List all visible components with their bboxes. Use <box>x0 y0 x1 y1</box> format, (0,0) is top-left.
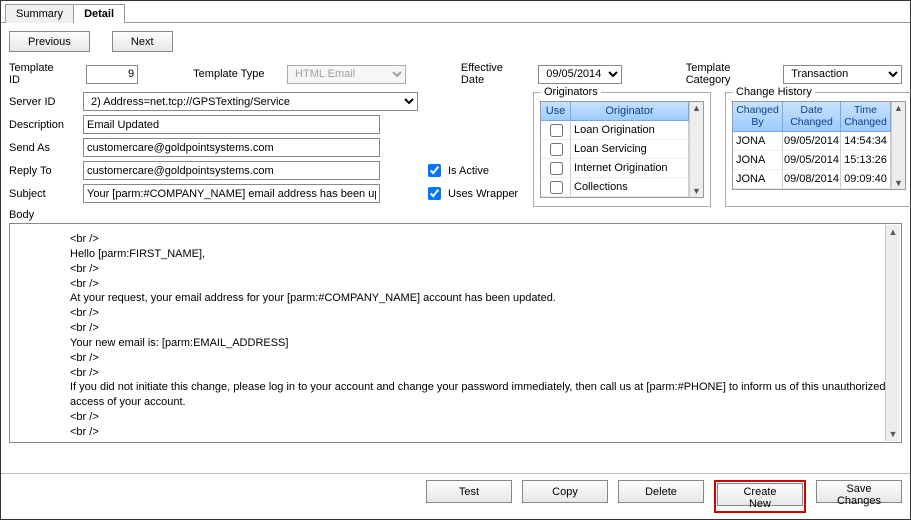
history-legend: Change History <box>733 86 815 98</box>
scroll-down-icon[interactable]: ▼ <box>887 427 900 441</box>
table-row[interactable]: JONA09/08/201409:09:40 <box>733 170 891 189</box>
originator-name: Loan Servicing <box>571 140 689 159</box>
label-server-id: Server ID <box>9 96 77 108</box>
previous-button[interactable]: Previous <box>9 31 90 52</box>
table-row[interactable]: Loan Origination <box>541 121 689 140</box>
cell-time: 15:13:26 <box>841 151 891 170</box>
table-row[interactable]: Loan Servicing <box>541 140 689 159</box>
uses-wrapper-checkbox[interactable]: Uses Wrapper <box>424 184 518 203</box>
scroll-up-icon[interactable]: ▲ <box>894 102 903 114</box>
originators-scrollbar[interactable]: ▲ ▼ <box>689 102 703 197</box>
create-new-button[interactable]: Create New <box>717 483 803 506</box>
originator-name: Internet Origination <box>571 159 689 178</box>
label-effective-date: Effective Date <box>461 62 518 86</box>
use-checkbox[interactable] <box>550 181 563 194</box>
label-subject: Subject <box>9 188 77 200</box>
col-originator[interactable]: Originator <box>571 102 689 121</box>
history-scrollbar[interactable]: ▲ ▼ <box>891 102 905 189</box>
history-grid[interactable]: Changed By Date Changed Time Changed JON… <box>732 101 906 190</box>
table-row[interactable]: Collections <box>541 178 689 197</box>
copy-button[interactable]: Copy <box>522 480 608 503</box>
uses-wrapper-check[interactable] <box>428 187 441 200</box>
originators-groupbox: Originators Use Originator Loan Originat… <box>533 92 711 207</box>
label-reply-to: Reply To <box>9 165 77 177</box>
body-scrollbar[interactable]: ▲ ▼ <box>885 225 900 441</box>
label-description: Description <box>9 119 77 131</box>
create-new-highlight: Create New <box>714 480 806 513</box>
delete-button[interactable]: Delete <box>618 480 704 503</box>
is-active-checkbox[interactable]: Is Active <box>424 161 489 180</box>
label-template-type: Template Type <box>193 68 267 80</box>
cell-date: 09/08/2014 <box>783 170 841 189</box>
template-id-input[interactable] <box>86 65 138 84</box>
label-is-active: Is Active <box>448 165 489 177</box>
template-type-select[interactable]: HTML Email <box>287 65 406 84</box>
cell-time: 09:09:40 <box>841 170 891 189</box>
cell-by: JONA <box>733 170 783 189</box>
tab-summary[interactable]: Summary <box>5 4 74 23</box>
scroll-up-icon[interactable]: ▲ <box>692 102 701 114</box>
label-body: Body <box>9 209 902 221</box>
originator-name: Loan Origination <box>571 121 689 140</box>
use-checkbox[interactable] <box>550 162 563 175</box>
effective-date-select[interactable]: 09/05/2014 <box>538 65 622 84</box>
col-date-changed[interactable]: Date Changed <box>783 102 841 132</box>
send-as-input[interactable] <box>83 138 380 157</box>
server-id-select[interactable]: 2) Address=net.tcp://GPSTexting/Service <box>83 92 418 111</box>
cell-date: 09/05/2014 <box>783 132 841 151</box>
next-button[interactable]: Next <box>112 31 173 52</box>
originator-name: Collections <box>571 178 689 197</box>
col-time-changed[interactable]: Time Changed <box>841 102 891 132</box>
table-row[interactable]: JONA09/05/201414:54:34 <box>733 132 891 151</box>
table-row[interactable]: JONA09/05/201415:13:26 <box>733 151 891 170</box>
use-checkbox[interactable] <box>550 143 563 156</box>
change-history-groupbox: Change History Changed By Date Changed T… <box>725 92 911 207</box>
reply-to-input[interactable] <box>83 161 380 180</box>
label-uses-wrapper: Uses Wrapper <box>448 188 518 200</box>
is-active-check[interactable] <box>428 164 441 177</box>
col-changed-by[interactable]: Changed By <box>733 102 783 132</box>
tab-detail[interactable]: Detail <box>73 4 125 23</box>
label-send-as: Send As <box>9 142 77 154</box>
label-template-id: Template ID <box>9 62 66 86</box>
scroll-down-icon[interactable]: ▼ <box>894 177 903 189</box>
cell-by: JONA <box>733 132 783 151</box>
originators-grid[interactable]: Use Originator Loan OriginationLoan Serv… <box>540 101 704 198</box>
body-text[interactable]: <br /> Hello [parm:FIRST_NAME], <br /> <… <box>10 224 901 443</box>
template-category-select[interactable]: Transaction <box>783 65 902 84</box>
cell-date: 09/05/2014 <box>783 151 841 170</box>
save-changes-button[interactable]: Save Changes <box>816 480 902 503</box>
use-checkbox[interactable] <box>550 124 563 137</box>
cell-time: 14:54:34 <box>841 132 891 151</box>
test-button[interactable]: Test <box>426 480 512 503</box>
originators-legend: Originators <box>541 86 601 98</box>
scroll-down-icon[interactable]: ▼ <box>692 185 701 197</box>
subject-input[interactable] <box>83 184 380 203</box>
cell-by: JONA <box>733 151 783 170</box>
col-use[interactable]: Use <box>541 102 571 121</box>
scroll-up-icon[interactable]: ▲ <box>887 225 900 239</box>
body-editor[interactable]: <br /> Hello [parm:FIRST_NAME], <br /> <… <box>9 223 902 443</box>
description-input[interactable] <box>83 115 380 134</box>
label-template-category: Template Category <box>686 62 763 86</box>
table-row[interactable]: Internet Origination <box>541 159 689 178</box>
